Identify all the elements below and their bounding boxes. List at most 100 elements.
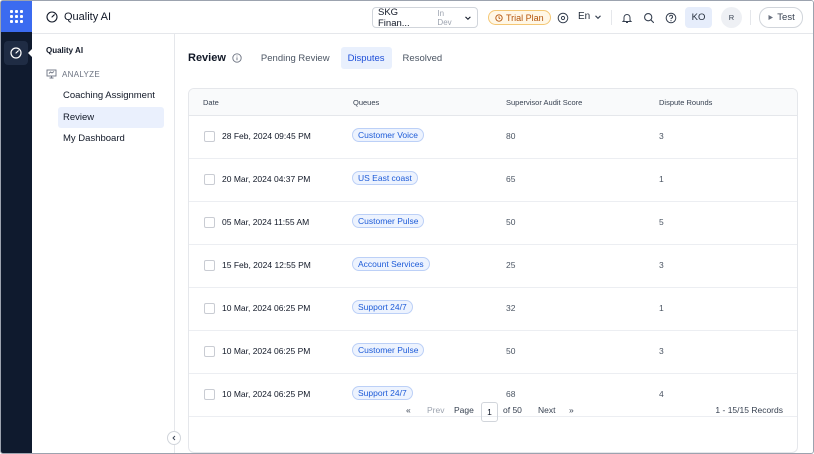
sidebar-section-analyze: ANALYZE — [46, 69, 100, 79]
trial-label: Trial Plan — [506, 12, 544, 23]
rounds-cell: 3 — [659, 131, 664, 141]
column-header-date[interactable]: Date — [203, 98, 219, 107]
table-row[interactable]: 28 Feb, 2024 09:45 PM Customer Voice 80 … — [189, 116, 797, 159]
sidebar-section-label: ANALYZE — [62, 69, 100, 79]
info-button[interactable] — [232, 53, 242, 63]
column-header-score[interactable]: Supervisor Audit Score — [506, 98, 582, 107]
tab-resolved[interactable]: Resolved — [396, 47, 450, 69]
queue-chip: Customer Voice — [352, 128, 424, 142]
sidebar-item-label: My Dashboard — [63, 133, 125, 144]
pagination: « Prev Page 1 of 50 Next » 1 - 15/15 Rec… — [189, 396, 797, 426]
date-cell: 10 Mar, 2024 06:25 PM — [222, 303, 311, 313]
grid-icon — [10, 10, 23, 23]
user-avatar[interactable]: KO — [685, 7, 712, 28]
play-icon — [768, 15, 774, 20]
chevron-down-icon — [595, 14, 602, 19]
table-row[interactable]: 05 Mar, 2024 11:55 AM Customer Pulse 50 … — [189, 202, 797, 245]
org-name: SKG Finan... — [378, 6, 410, 29]
search-icon — [643, 12, 654, 23]
info-icon — [232, 53, 242, 63]
total-pages-label: of 50 — [503, 405, 522, 415]
sidebar-item-my-dashboard[interactable]: My Dashboard — [58, 128, 164, 149]
org-selector[interactable]: SKG Finan... In Dev — [372, 6, 478, 29]
clock-icon — [495, 13, 503, 22]
column-header-queues[interactable]: Queues — [353, 98, 379, 107]
help-icon — [665, 12, 676, 23]
queue-chip: Account Services — [352, 257, 430, 271]
rounds-cell: 3 — [659, 346, 664, 356]
rounds-cell: 5 — [659, 217, 664, 227]
queue-chip: Customer Pulse — [352, 214, 425, 228]
score-cell: 65 — [506, 174, 516, 184]
rail-item-quality-ai[interactable] — [4, 41, 28, 65]
chevron-down-icon — [465, 15, 471, 20]
next-page-button[interactable]: Next — [538, 405, 555, 415]
score-cell: 50 — [506, 346, 516, 356]
settings-button[interactable] — [555, 10, 570, 25]
sidebar-item-coaching-assignment[interactable]: Coaching Assignment — [58, 85, 164, 106]
row-checkbox[interactable] — [204, 260, 215, 271]
row-checkbox[interactable] — [204, 131, 215, 142]
sidebar-item-review[interactable]: Review — [58, 107, 164, 128]
page-title: Review — [188, 52, 226, 64]
score-cell: 50 — [506, 217, 516, 227]
table-row[interactable]: 20 Mar, 2024 04:37 PM US East coast 65 1 — [189, 159, 797, 202]
app-launcher-button[interactable] — [1, 1, 32, 32]
date-cell: 10 Mar, 2024 06:25 PM — [222, 346, 311, 356]
table-row[interactable]: 15 Feb, 2024 12:55 PM Account Services 2… — [189, 245, 797, 288]
date-cell: 05 Mar, 2024 11:55 AM — [222, 217, 310, 227]
search-button[interactable] — [641, 10, 656, 25]
target-icon — [557, 12, 568, 23]
row-checkbox[interactable] — [204, 346, 215, 357]
top-header: Quality AI SKG Finan... In Dev Trial Pla… — [32, 1, 813, 34]
trial-plan-badge[interactable]: Trial Plan — [488, 10, 551, 25]
table-row[interactable]: 10 Mar, 2024 06:25 PM Support 24/7 32 1 — [189, 288, 797, 331]
rounds-cell: 3 — [659, 260, 664, 270]
app-title-text: Quality AI — [64, 11, 112, 23]
tabs-bar: Review Pending Review Disputes Resolved — [188, 47, 453, 69]
disputes-table: Date Queues Supervisor Audit Score Dispu… — [188, 88, 798, 453]
tab-label: Disputes — [347, 52, 385, 64]
rounds-cell: 1 — [659, 174, 664, 184]
page-number-input[interactable]: 1 — [481, 402, 498, 422]
queue-chip: US East coast — [352, 171, 418, 185]
module-sidebar: Quality AI ANALYZE Coaching Assignment R… — [32, 34, 181, 453]
row-checkbox[interactable] — [204, 217, 215, 228]
tab-disputes[interactable]: Disputes — [340, 47, 392, 69]
bell-icon — [621, 13, 632, 23]
table-header: Date Queues Supervisor Audit Score Dispu… — [189, 89, 797, 116]
gauge-icon — [10, 47, 22, 59]
divider — [611, 10, 612, 25]
tab-label: Pending Review — [260, 52, 330, 64]
presentation-icon — [46, 69, 57, 79]
rounds-cell: 1 — [659, 303, 664, 313]
table-row[interactable]: 10 Mar, 2024 06:25 PM Customer Pulse 50 … — [189, 331, 797, 374]
help-button[interactable] — [663, 10, 678, 25]
queue-chip: Support 24/7 — [352, 300, 413, 314]
test-button[interactable]: Test — [759, 7, 803, 28]
main-content: Review Pending Review Disputes Resolved … — [175, 34, 813, 453]
tab-pending-review[interactable]: Pending Review — [254, 47, 337, 69]
org-env: In Dev — [437, 8, 452, 27]
left-rail — [1, 1, 33, 453]
queue-chip: Customer Pulse — [352, 343, 425, 357]
row-checkbox[interactable] — [204, 174, 215, 185]
prev-page-button[interactable]: Prev — [427, 405, 444, 415]
divider — [750, 10, 751, 25]
language-label: En — [578, 11, 591, 22]
gauge-icon — [46, 11, 58, 23]
app-title: Quality AI — [46, 11, 111, 23]
last-page-button[interactable]: » — [569, 405, 574, 415]
sidebar-heading: Quality AI — [46, 46, 84, 55]
first-page-button[interactable]: « — [406, 405, 411, 415]
page-label: Page — [454, 405, 474, 415]
column-header-rounds[interactable]: Dispute Rounds — [659, 98, 712, 107]
language-selector[interactable]: En — [578, 11, 602, 22]
app-window: Quality AI SKG Finan... In Dev Trial Pla… — [0, 0, 814, 454]
row-checkbox[interactable] — [204, 303, 215, 314]
sidebar-item-label: Review — [63, 112, 95, 123]
test-label: Test — [777, 12, 795, 23]
notifications-button[interactable] — [619, 10, 634, 25]
records-count: 1 - 15/15 Records — [715, 405, 783, 415]
secondary-avatar[interactable]: R — [721, 7, 742, 28]
